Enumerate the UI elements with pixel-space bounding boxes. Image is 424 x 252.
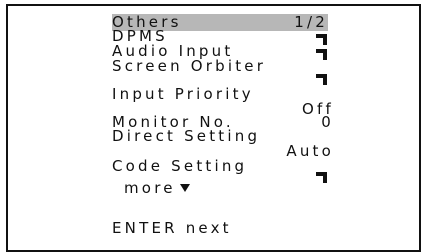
submenu-corner-icon [316, 49, 327, 60]
more-link[interactable]: more [124, 181, 190, 196]
menu-item-input-priority[interactable]: Input Priority [112, 87, 254, 102]
submenu-corner-icon [316, 172, 327, 183]
submenu-corner-icon [316, 74, 327, 85]
footer-hint: ENTER next [112, 219, 232, 237]
page-indicator: 1/2 [294, 13, 328, 31]
menu-item-direct-setting[interactable]: Direct Setting [112, 129, 260, 144]
menu-item-code-setting[interactable]: Code Setting [112, 159, 247, 174]
direct-setting-value: Auto [286, 142, 334, 160]
triangle-down-icon [179, 184, 190, 192]
submenu-corner-icon [316, 34, 327, 45]
monitor-no-value: 0 [321, 113, 334, 131]
more-label: more [124, 179, 176, 197]
menu-item-screen-orbiter[interactable]: Screen Orbiter [112, 59, 266, 74]
